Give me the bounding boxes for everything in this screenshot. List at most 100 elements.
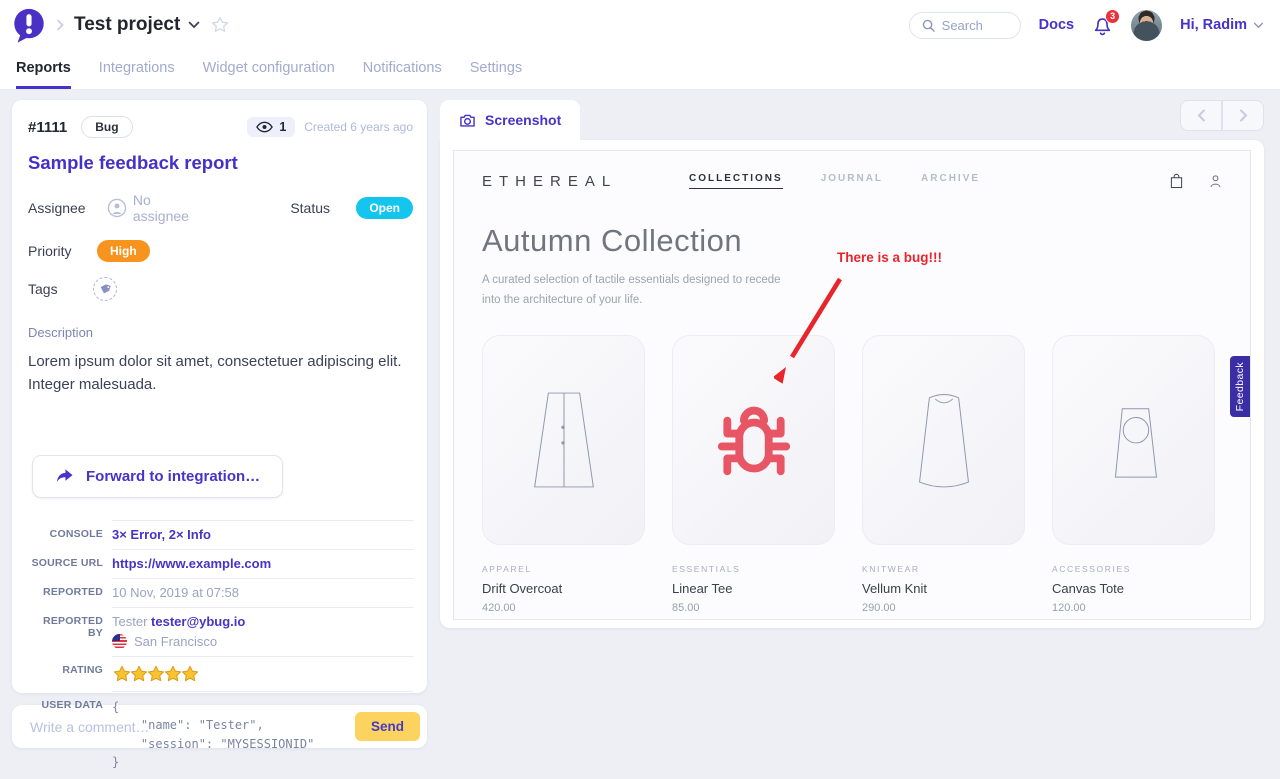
tote-icon xyxy=(1090,385,1178,495)
report-type-badge[interactable]: Bug xyxy=(81,116,132,138)
tab-settings[interactable]: Settings xyxy=(470,50,522,89)
site-subtext: A curated selection of tactile essential… xyxy=(482,270,790,310)
favorite-star-icon[interactable] xyxy=(210,15,230,35)
tab-integrations[interactable]: Integrations xyxy=(99,50,175,89)
camera-icon xyxy=(459,113,476,128)
add-tag-button[interactable] xyxy=(93,277,117,301)
rating-stars xyxy=(112,664,413,684)
report-pager xyxy=(1180,100,1264,131)
product-category: ACCESSORIES xyxy=(1052,564,1215,574)
views-counter: 1 xyxy=(247,117,295,137)
product-price: 85.00 xyxy=(672,602,835,614)
site-nav-journal: JOURNAL xyxy=(821,173,883,189)
product-name: Vellum Knit xyxy=(862,581,1025,596)
person-icon xyxy=(107,198,127,218)
product-card: KNITWEAR Vellum Knit 290.00 xyxy=(862,335,1025,614)
breadcrumb-chevron-icon xyxy=(56,19,64,31)
product-name: Canvas Tote xyxy=(1052,581,1215,596)
product-name: Linear Tee xyxy=(672,581,835,596)
user-caret-icon xyxy=(1253,22,1264,29)
reported-value: 10 Nov, 2019 at 07:58 xyxy=(112,578,413,607)
product-price: 120.00 xyxy=(1052,602,1215,614)
product-category: APPAREL xyxy=(482,564,645,574)
eye-icon xyxy=(256,121,273,133)
forward-arrow-icon xyxy=(55,468,74,485)
reporter-email-link[interactable]: tester@ybug.io xyxy=(151,614,245,629)
avatar[interactable] xyxy=(1131,10,1162,41)
console-link[interactable]: 3× Error, 2× Info xyxy=(112,527,211,542)
account-icon xyxy=(1209,174,1222,189)
product-grid: APPAREL Drift Overcoat 420.00 xyxy=(454,335,1250,614)
status-badge[interactable]: Open xyxy=(356,197,413,219)
feedback-button-label: Feedback xyxy=(1234,362,1246,411)
console-label: CONSOLE xyxy=(28,520,112,549)
site-brand: ETHEREAL xyxy=(482,173,617,190)
views-count: 1 xyxy=(279,120,286,134)
forward-button-label: Forward to integration… xyxy=(86,468,260,485)
assignee-value: No assignee xyxy=(133,192,210,224)
site-nav-collections: COLLECTIONS xyxy=(689,173,783,189)
search-box[interactable] xyxy=(909,12,1021,39)
reported-label: REPORTED xyxy=(28,578,112,607)
product-card: APPAREL Drift Overcoat 420.00 xyxy=(482,335,645,614)
product-card: ACCESSORIES Canvas Tote 120.00 xyxy=(1052,335,1215,614)
source-url-label: SOURCE URL xyxy=(28,549,112,578)
site-nav: COLLECTIONS JOURNAL ARCHIVE xyxy=(689,173,980,189)
site-nav-archive: ARCHIVE xyxy=(921,173,980,189)
chevron-left-icon xyxy=(1197,109,1206,122)
reporter-location: San Francisco xyxy=(134,634,217,649)
project-caret-icon[interactable] xyxy=(188,21,200,29)
ybug-logo-icon[interactable] xyxy=(10,6,48,44)
tab-screenshot[interactable]: Screenshot xyxy=(440,100,580,140)
forward-to-integration-button[interactable]: Forward to integration… xyxy=(32,455,283,498)
product-category: ESSENTIALS xyxy=(672,564,835,574)
app-header: Test project Docs 3 Hi, Radim xyxy=(0,0,1280,50)
tab-reports[interactable]: Reports xyxy=(16,50,71,89)
assignee-selector[interactable]: No assignee xyxy=(107,192,210,224)
tab-widget-configuration[interactable]: Widget configuration xyxy=(203,50,335,89)
shopping-bag-icon xyxy=(1170,173,1183,189)
screenshot-image: ETHEREAL COLLECTIONS JOURNAL ARCHIVE Aut… xyxy=(453,150,1251,620)
feedback-widget-button[interactable]: Feedback xyxy=(1230,356,1250,417)
search-input[interactable] xyxy=(942,18,1012,33)
user-menu[interactable]: Hi, Radim xyxy=(1180,17,1264,33)
detail-row-reported-by: REPORTED BY Tester tester@ybug.io San Fr… xyxy=(28,607,413,656)
reporter-name: Tester xyxy=(112,614,147,629)
send-comment-button[interactable]: Send xyxy=(355,712,420,741)
detail-row-console: CONSOLE 3× Error, 2× Info xyxy=(28,520,413,549)
created-timestamp: Created 6 years ago xyxy=(304,120,413,134)
user-data-label: USER DATA xyxy=(28,691,112,779)
detail-row-source-url: SOURCE URL https://www.example.com xyxy=(28,549,413,578)
detail-row-rating: RATING xyxy=(28,656,413,691)
screenshot-panel: ETHEREAL COLLECTIONS JOURNAL ARCHIVE Aut… xyxy=(440,140,1264,628)
search-icon xyxy=(922,19,935,32)
chevron-right-icon xyxy=(1239,109,1248,122)
bug-annotation-text: There is a bug!!! xyxy=(837,250,942,265)
detail-row-reported: REPORTED 10 Nov, 2019 at 07:58 xyxy=(28,578,413,607)
product-price: 290.00 xyxy=(862,602,1025,614)
priority-badge[interactable]: High xyxy=(97,240,150,262)
status-label: Status xyxy=(290,200,344,216)
docs-link[interactable]: Docs xyxy=(1039,17,1074,33)
tag-icon xyxy=(99,283,111,295)
annotation-arrow xyxy=(774,271,852,389)
tab-notifications[interactable]: Notifications xyxy=(363,50,442,89)
greeting-label: Hi, Radim xyxy=(1180,17,1247,33)
main-tabbar: Reports Integrations Widget configuratio… xyxy=(0,50,1280,90)
product-price: 420.00 xyxy=(482,602,645,614)
star-icon xyxy=(180,664,200,684)
tags-label: Tags xyxy=(28,281,85,297)
notification-badge: 3 xyxy=(1105,9,1120,24)
next-report-button[interactable] xyxy=(1222,100,1264,131)
comment-input[interactable] xyxy=(30,719,355,735)
report-id: #1111 xyxy=(28,119,67,136)
notifications-button[interactable]: 3 xyxy=(1092,13,1113,38)
assignee-label: Assignee xyxy=(28,200,85,216)
priority-label: Priority xyxy=(28,243,85,259)
report-detail-card: #1111 Bug 1 Created 6 years ago Sample f… xyxy=(12,100,427,693)
source-url-link[interactable]: https://www.example.com xyxy=(112,556,271,571)
product-name: Drift Overcoat xyxy=(482,581,645,596)
project-name[interactable]: Test project xyxy=(74,14,180,36)
previous-report-button[interactable] xyxy=(1180,100,1222,131)
product-category: KNITWEAR xyxy=(862,564,1025,574)
